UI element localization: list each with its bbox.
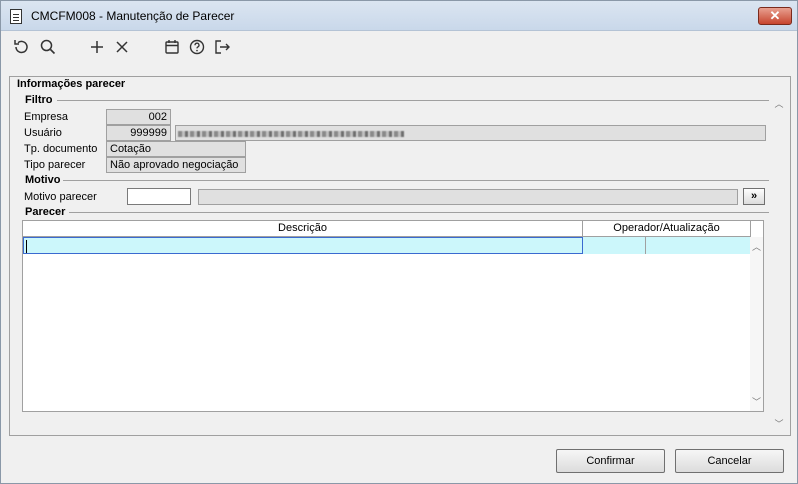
panel-scrollbar[interactable]: ︿ ﹀ <box>771 97 787 430</box>
tipo-parecer-field: Não aprovado negociação <box>106 157 246 173</box>
tp-documento-label: Tp. documento <box>24 143 98 155</box>
grid-scrollbar[interactable]: ︿ ﹀ <box>750 237 763 411</box>
usuario-field: 999999 <box>106 125 171 141</box>
chevron-up-icon[interactable]: ︿ <box>771 97 787 110</box>
column-header-operador-atualizacao[interactable]: Operador/Atualização <box>583 221 751 237</box>
motivo-divider <box>63 180 769 181</box>
dialog-window: CMCFM008 - Manutenção de Parecer ✕ Infor… <box>0 0 798 484</box>
motivo-parecer-input[interactable] <box>127 188 191 205</box>
document-icon <box>10 9 22 24</box>
descricao-cell[interactable] <box>23 237 583 254</box>
table-row[interactable] <box>23 237 751 254</box>
exit-icon[interactable] <box>212 37 232 57</box>
title-bar: CMCFM008 - Manutenção de Parecer ✕ <box>1 1 797 31</box>
empresa-field: 002 <box>106 109 171 125</box>
motivo-lookup-button[interactable]: » <box>743 188 765 205</box>
chevron-down-icon[interactable]: ﹀ <box>771 417 787 430</box>
motivo-description-field <box>198 189 738 205</box>
atualizacao-cell[interactable] <box>646 237 751 254</box>
operador-cell[interactable] <box>583 237 646 254</box>
confirm-button[interactable]: Confirmar <box>556 449 665 473</box>
chevron-down-icon[interactable]: ﹀ <box>750 395 763 408</box>
usuario-label: Usuário <box>24 127 62 139</box>
redacted-text <box>178 131 404 137</box>
tp-documento-field: Cotação <box>106 141 246 157</box>
cancel-button[interactable]: Cancelar <box>675 449 784 473</box>
motivo-parecer-label: Motivo parecer <box>24 191 97 203</box>
tipo-parecer-label: Tipo parecer <box>24 159 86 171</box>
motivo-legend: Motivo <box>23 174 63 186</box>
help-icon[interactable] <box>187 37 207 57</box>
window-title: CMCFM008 - Manutenção de Parecer <box>31 9 235 23</box>
add-icon[interactable] <box>87 37 107 57</box>
column-header-descricao[interactable]: Descrição <box>23 221 583 237</box>
refresh-icon[interactable] <box>11 37 31 57</box>
chevron-up-icon[interactable]: ︿ <box>750 240 763 253</box>
calendar-icon[interactable] <box>162 37 182 57</box>
filtro-divider <box>57 100 769 101</box>
parecer-divider <box>69 212 769 213</box>
usuario-name-field <box>175 125 766 141</box>
filtro-legend: Filtro <box>23 94 55 106</box>
search-icon[interactable] <box>38 37 58 57</box>
delete-icon[interactable] <box>112 37 132 57</box>
parecer-grid[interactable]: Descrição Operador/Atualização ︿ ﹀ <box>22 220 764 412</box>
parecer-legend: Parecer <box>23 206 68 218</box>
empresa-label: Empresa <box>24 111 69 123</box>
group-title: Informações parecer <box>15 78 128 90</box>
close-button[interactable]: ✕ <box>758 7 792 25</box>
toolbar <box>1 32 797 62</box>
text-caret <box>26 240 27 253</box>
